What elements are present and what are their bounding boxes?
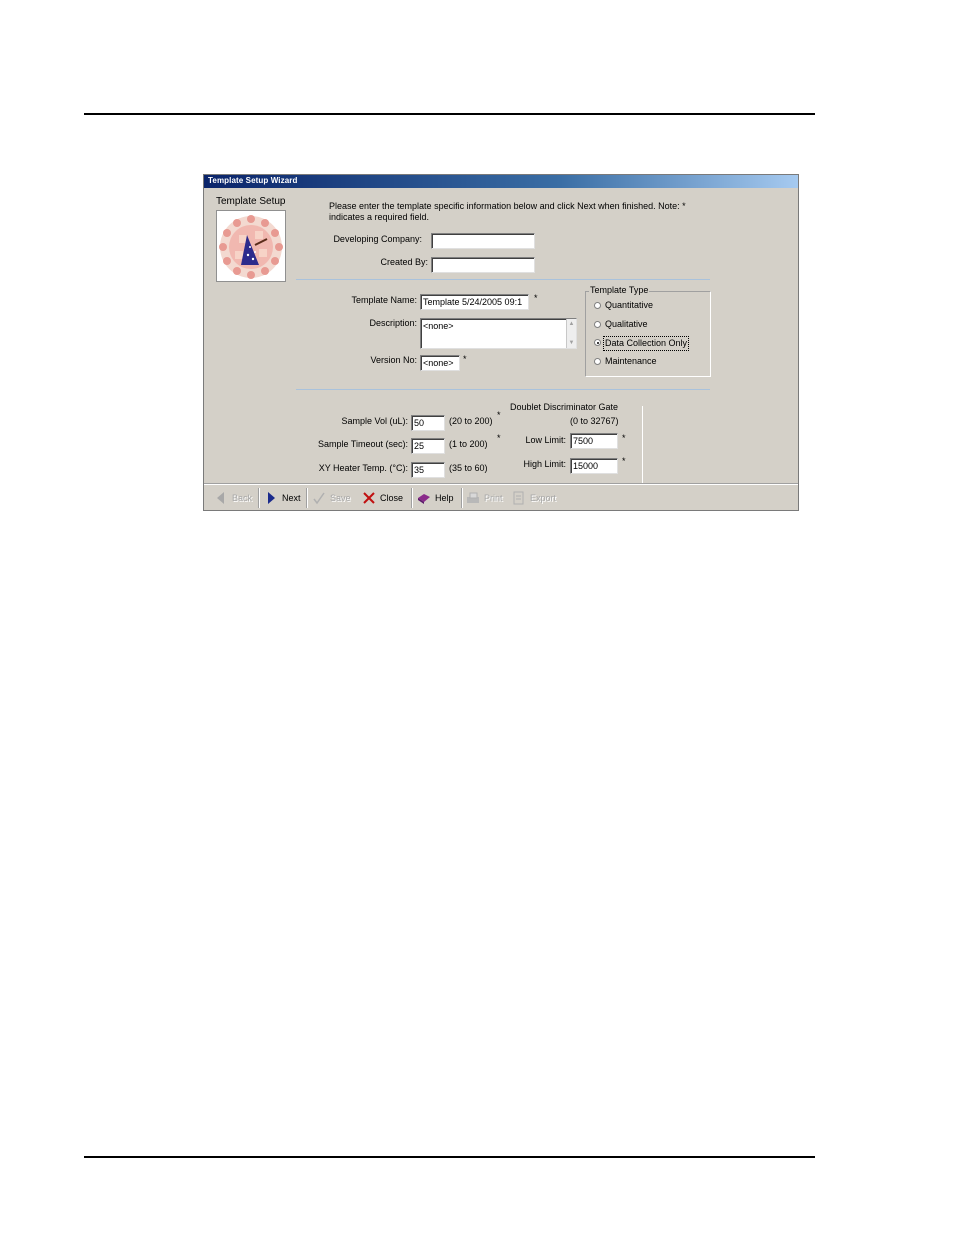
save-button[interactable]: Save (312, 489, 351, 507)
toolbar-separator (306, 488, 308, 508)
radio-data-collection-only[interactable] (594, 339, 601, 346)
next-arrow-icon (264, 491, 278, 505)
required-marker: * (497, 410, 501, 420)
bottom-rule (84, 1156, 815, 1158)
close-label: Close (380, 493, 404, 503)
radio-quantitative[interactable] (594, 302, 601, 309)
version-input[interactable]: <none> (420, 355, 460, 371)
sidebar-heading: Template Setup (216, 196, 286, 207)
separator (296, 279, 710, 280)
next-label: Next (282, 493, 301, 503)
template-setup-wizard-window: Template Setup Wizard Template Setup Ple… (203, 174, 799, 511)
required-marker: * (622, 433, 626, 443)
instructions-line-2: indicates a required field. (329, 212, 430, 222)
print-button[interactable]: Print (466, 489, 503, 507)
close-button[interactable]: Close (362, 489, 403, 507)
low-limit-label: Low Limit: (525, 435, 566, 445)
doublet-gate-range: (0 to 32767) (570, 416, 619, 426)
export-label: Export (530, 493, 557, 503)
xy-heater-temp-range: (35 to 60) (449, 463, 488, 473)
created-by-label: Created By: (380, 257, 428, 267)
created-by-input[interactable] (431, 257, 535, 273)
top-rule (84, 113, 815, 115)
scroll-down-icon[interactable]: ▼ (568, 339, 575, 347)
wizard-icon (219, 215, 283, 279)
help-label: Help (435, 493, 454, 503)
next-button[interactable]: Next (264, 489, 301, 507)
template-type-legend: Template Type (589, 285, 650, 296)
wizard-logo (216, 210, 286, 282)
toolbar-separator (461, 488, 463, 508)
description-scrollbar[interactable]: ▲ ▼ (566, 319, 576, 348)
title-bar[interactable]: Template Setup Wizard (204, 175, 798, 188)
sample-vol-range: (20 to 200) (449, 416, 493, 426)
required-marker: * (463, 354, 467, 364)
back-label: Back (232, 493, 253, 503)
option-data-collection-only[interactable]: Data Collection Only (603, 336, 690, 351)
sample-vol-input[interactable]: 50 (411, 415, 445, 431)
high-limit-input[interactable]: 15000 (570, 458, 618, 474)
export-button[interactable]: Export (512, 489, 556, 507)
instructions-line-1: Please enter the template specific infor… (329, 201, 686, 211)
toolbar-separator (258, 488, 260, 508)
radio-qualitative[interactable] (594, 321, 601, 328)
window-title: Template Setup Wizard (208, 176, 298, 185)
radio-maintenance[interactable] (594, 358, 601, 365)
description-text: <none> (423, 321, 454, 331)
help-button[interactable]: Help (417, 489, 454, 507)
version-label: Version No: (370, 355, 417, 365)
description-textarea[interactable]: <none> ▲ ▼ (420, 318, 577, 349)
toolbar-separator (411, 488, 413, 508)
sample-timeout-input[interactable]: 25 (411, 438, 445, 454)
required-marker: * (497, 433, 501, 443)
close-x-icon (362, 491, 376, 505)
high-limit-label: High Limit: (523, 459, 566, 469)
developing-company-label: Developing Company: (333, 234, 422, 244)
scroll-up-icon[interactable]: ▲ (568, 320, 575, 328)
doublet-gate-title: Doublet Discriminator Gate (510, 402, 619, 412)
printer-icon (466, 491, 480, 505)
checkmark-icon (312, 491, 326, 505)
save-label: Save (330, 493, 351, 503)
wizard-toolbar: Back Next Save Close Help Print Export (204, 484, 798, 510)
description-label: Description: (369, 318, 417, 328)
template-name-label: Template Name: (351, 295, 417, 305)
help-book-icon (417, 491, 431, 505)
export-icon (512, 491, 526, 505)
option-quantitative[interactable]: Quantitative (605, 300, 653, 311)
back-button[interactable]: Back (214, 489, 252, 507)
separator (296, 389, 710, 390)
sample-timeout-label: Sample Timeout (sec): (317, 439, 408, 449)
low-limit-input[interactable]: 7500 (570, 433, 618, 449)
developing-company-input[interactable] (431, 233, 535, 249)
print-label: Print (484, 493, 503, 503)
sample-vol-label: Sample Vol (uL): (341, 416, 408, 426)
back-arrow-icon (214, 491, 228, 505)
xy-heater-temp-input[interactable]: 35 (411, 462, 445, 478)
required-marker: * (622, 456, 626, 466)
sample-timeout-range: (1 to 200) (449, 439, 488, 449)
template-name-input[interactable]: Template 5/24/2005 09:1 (420, 294, 529, 310)
option-qualitative[interactable]: Qualitative (605, 319, 648, 330)
xy-heater-temp-label: XY Heater Temp. (°C): (318, 463, 408, 473)
option-maintenance[interactable]: Maintenance (605, 356, 657, 367)
required-marker: * (534, 293, 538, 303)
